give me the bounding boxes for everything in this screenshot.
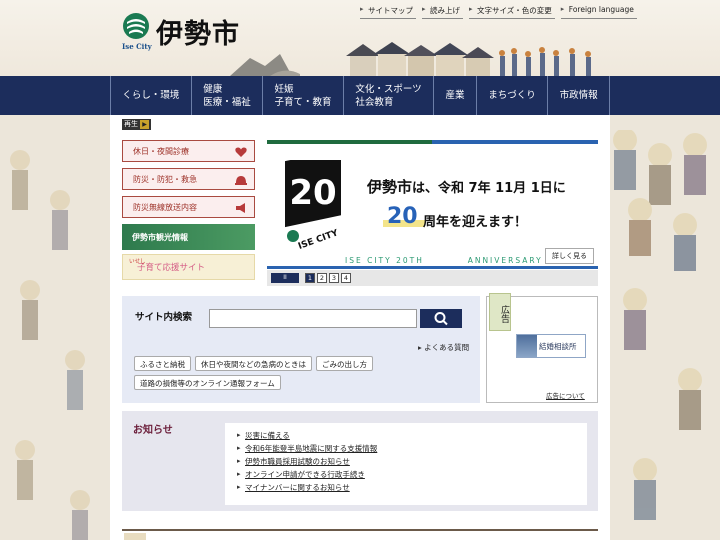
- banner-tourism-info[interactable]: 伊勢市観光情報: [122, 224, 255, 250]
- nav-item-childcare[interactable]: 妊娠 子育て・教育: [262, 76, 343, 115]
- banner-tourism-label: 伊勢市観光情報: [132, 232, 188, 242]
- city-emblem-icon: [123, 13, 149, 39]
- ad-tab: 広告: [489, 293, 511, 331]
- util-link-foreign-language[interactable]: Foreign language: [560, 4, 637, 19]
- news-link[interactable]: 災害に備える: [245, 431, 290, 440]
- main-content: 再生 ▶ 休日・夜間診療 防災・防犯・救急 防災無線放送内容 伊勢市観光情報 い…: [110, 115, 610, 540]
- tag-garbage[interactable]: ごみの出し方: [316, 356, 373, 371]
- nav-label: 健康 医療・福祉: [203, 83, 251, 108]
- nav-item-health[interactable]: 健康 医療・福祉: [190, 76, 262, 115]
- util-link-text-size[interactable]: 文字サイズ・色の変更: [469, 4, 555, 19]
- quick-link-disaster-prevention[interactable]: 防災・防犯・救急: [122, 168, 255, 190]
- nav-label: 文化・スポーツ 社会教育: [355, 83, 422, 108]
- utility-links: サイトマップ 読み上げ 文字サイズ・色の変更 Foreign language: [360, 4, 637, 19]
- slide-anniversary-text: 周年を迎えます！: [423, 215, 528, 230]
- logo-name: 伊勢市: [156, 19, 240, 50]
- townscape-illustration: [230, 42, 591, 76]
- news-title: お知らせ: [133, 425, 173, 436]
- tag-hometown-tax[interactable]: ふるさと納税: [134, 356, 191, 371]
- util-link-read-aloud[interactable]: 読み上げ: [422, 4, 463, 19]
- site-header: Ise City 伊勢市 サイトマップ 読み上げ 文字サイズ・色の変更 Fore…: [0, 0, 720, 76]
- quick-link-radio-broadcast[interactable]: 防災無線放送内容: [122, 196, 255, 218]
- banner-kids-small-label: いせし: [129, 259, 146, 265]
- slide-headline-rest: は、令和 7年 11月 1日に: [412, 181, 566, 196]
- ad-box: 広告 結婚相談所 広告について: [486, 293, 598, 403]
- logo-subtitle: Ise City: [122, 42, 152, 51]
- nav-item-culture[interactable]: 文化・スポーツ 社会教育: [342, 76, 433, 115]
- news-link[interactable]: オンライン申請ができる行政手続き: [245, 470, 365, 479]
- news-item: 災害に備える: [237, 429, 587, 442]
- hero-slider[interactable]: 20 ISE CITY 伊勢市は、令和 7年 11月 1日に 20 周年を迎えま…: [267, 140, 598, 272]
- slider-page-1[interactable]: 1: [305, 273, 315, 283]
- banner-childcare-support[interactable]: いせし 子育て応援サイト: [122, 254, 255, 280]
- news-item: 令和6年能登半島地震に関する支援情報: [237, 442, 587, 455]
- faq-link[interactable]: よくある質問: [418, 342, 469, 353]
- slide-more-button[interactable]: 詳しく見る: [545, 248, 594, 264]
- global-nav: くらし・環境 健康 医療・福祉 妊娠 子育て・教育 文化・スポーツ 社会教育 産…: [0, 76, 720, 115]
- quick-link-label: 防災・防犯・救急: [133, 174, 197, 184]
- heart-icon: [235, 147, 247, 157]
- nav-label: 妊娠 子育て・教育: [274, 83, 332, 108]
- banner-kids-label: 子育て応援サイト: [137, 263, 206, 273]
- quick-link-label: 防災無線放送内容: [133, 202, 197, 212]
- news-item: 伊勢市職員採用試験のお知らせ: [237, 455, 587, 468]
- play-label: 再生: [124, 120, 138, 128]
- news-section: お知らせ 災害に備える 令和6年能登半島地震に関する支援情報 伊勢市職員採用試験…: [122, 411, 598, 511]
- quick-tags: ふるさと納税 休日や夜間などの急病のときは ごみの出し方 道路の損傷等のオンライ…: [134, 356, 434, 390]
- slide-headline: 伊勢市は、令和 7年 11月 1日に: [367, 176, 566, 197]
- nav-item-town-planning[interactable]: まちづくり: [475, 76, 547, 115]
- quick-link-holiday-clinic[interactable]: 休日・夜間診療: [122, 140, 255, 162]
- slider-controls: II 1 2 3 4: [267, 270, 598, 286]
- slide-anniversary-number: 20: [387, 204, 418, 229]
- slider-page-2[interactable]: 2: [317, 273, 327, 283]
- news-link[interactable]: マイナンバーに関するお知らせ: [245, 483, 350, 492]
- search-button[interactable]: [420, 309, 462, 328]
- site-search: サイト内検索 よくある質問 ふるさと納税 休日や夜間などの急病のときは ごみの出…: [122, 296, 480, 403]
- helmet-icon: [235, 176, 247, 185]
- news-link[interactable]: 令和6年能登半島地震に関する支援情報: [245, 444, 377, 453]
- util-link-sitemap[interactable]: サイトマップ: [360, 4, 416, 19]
- badge-text: ISE CITY: [297, 228, 340, 250]
- play-icon: ▶: [140, 120, 149, 129]
- quick-links: 休日・夜間診療 防災・防犯・救急 防災無線放送内容 伊勢市観光情報 いせし 子育…: [122, 140, 255, 280]
- slider-page-4[interactable]: 4: [341, 273, 351, 283]
- nav-label: 市政情報: [559, 90, 598, 101]
- quick-link-label: 休日・夜間診療: [133, 146, 189, 156]
- read-aloud-play-button[interactable]: 再生 ▶: [122, 119, 151, 130]
- nav-item-industry[interactable]: 産業: [433, 76, 476, 115]
- ad-about-link[interactable]: 広告について: [546, 390, 585, 400]
- slider-pause-button[interactable]: II: [271, 273, 299, 283]
- slide-subline: 20 周年を迎えます！: [375, 202, 585, 236]
- search-input[interactable]: [209, 309, 417, 328]
- nav-label: まちづくり: [488, 90, 536, 101]
- badge-number: 20: [289, 173, 336, 213]
- nav-label: くらし・環境: [122, 90, 180, 101]
- slide-english-left: ISE CITY 20TH: [345, 256, 424, 265]
- ad-banner-image: [517, 335, 537, 357]
- tag-road-damage-report[interactable]: 道路の損傷等のオンライン通報フォーム: [134, 375, 281, 390]
- slide-english-caption: ISE CITY 20TH ANNIVERSARY: [345, 256, 543, 265]
- slide-city-name: 伊勢市: [367, 178, 413, 196]
- tag-emergency-illness[interactable]: 休日や夜間などの急病のときは: [195, 356, 312, 371]
- nav-item-city-info[interactable]: 市政情報: [547, 76, 610, 115]
- news-item: オンライン申請ができる行政手続き: [237, 468, 587, 481]
- news-item: マイナンバーに関するお知らせ: [237, 481, 587, 494]
- slide-bottom-bar: [267, 266, 598, 269]
- procession-illustration-right: [613, 130, 707, 520]
- ad-banner-text: 結婚相談所: [539, 342, 577, 351]
- slider-page-3[interactable]: 3: [329, 273, 339, 283]
- slide-english-right: ANNIVERSARY: [467, 256, 543, 265]
- section-divider: [122, 529, 598, 531]
- procession-illustration-left: [10, 150, 90, 540]
- nav-label: 産業: [445, 90, 465, 101]
- megaphone-icon: [236, 203, 245, 213]
- news-list: 災害に備える 令和6年能登半島地震に関する支援情報 伊勢市職員採用試験のお知らせ…: [225, 423, 587, 505]
- search-icon: [434, 312, 448, 326]
- nav-item-living[interactable]: くらし・環境: [110, 76, 191, 115]
- anniversary-20-badge: 20 ISE CITY: [285, 160, 341, 250]
- search-label: サイト内検索: [135, 312, 193, 323]
- news-link[interactable]: 伊勢市職員採用試験のお知らせ: [245, 457, 350, 466]
- ad-banner-marriage-agency[interactable]: 結婚相談所: [516, 334, 586, 358]
- next-section-tab: [124, 533, 146, 540]
